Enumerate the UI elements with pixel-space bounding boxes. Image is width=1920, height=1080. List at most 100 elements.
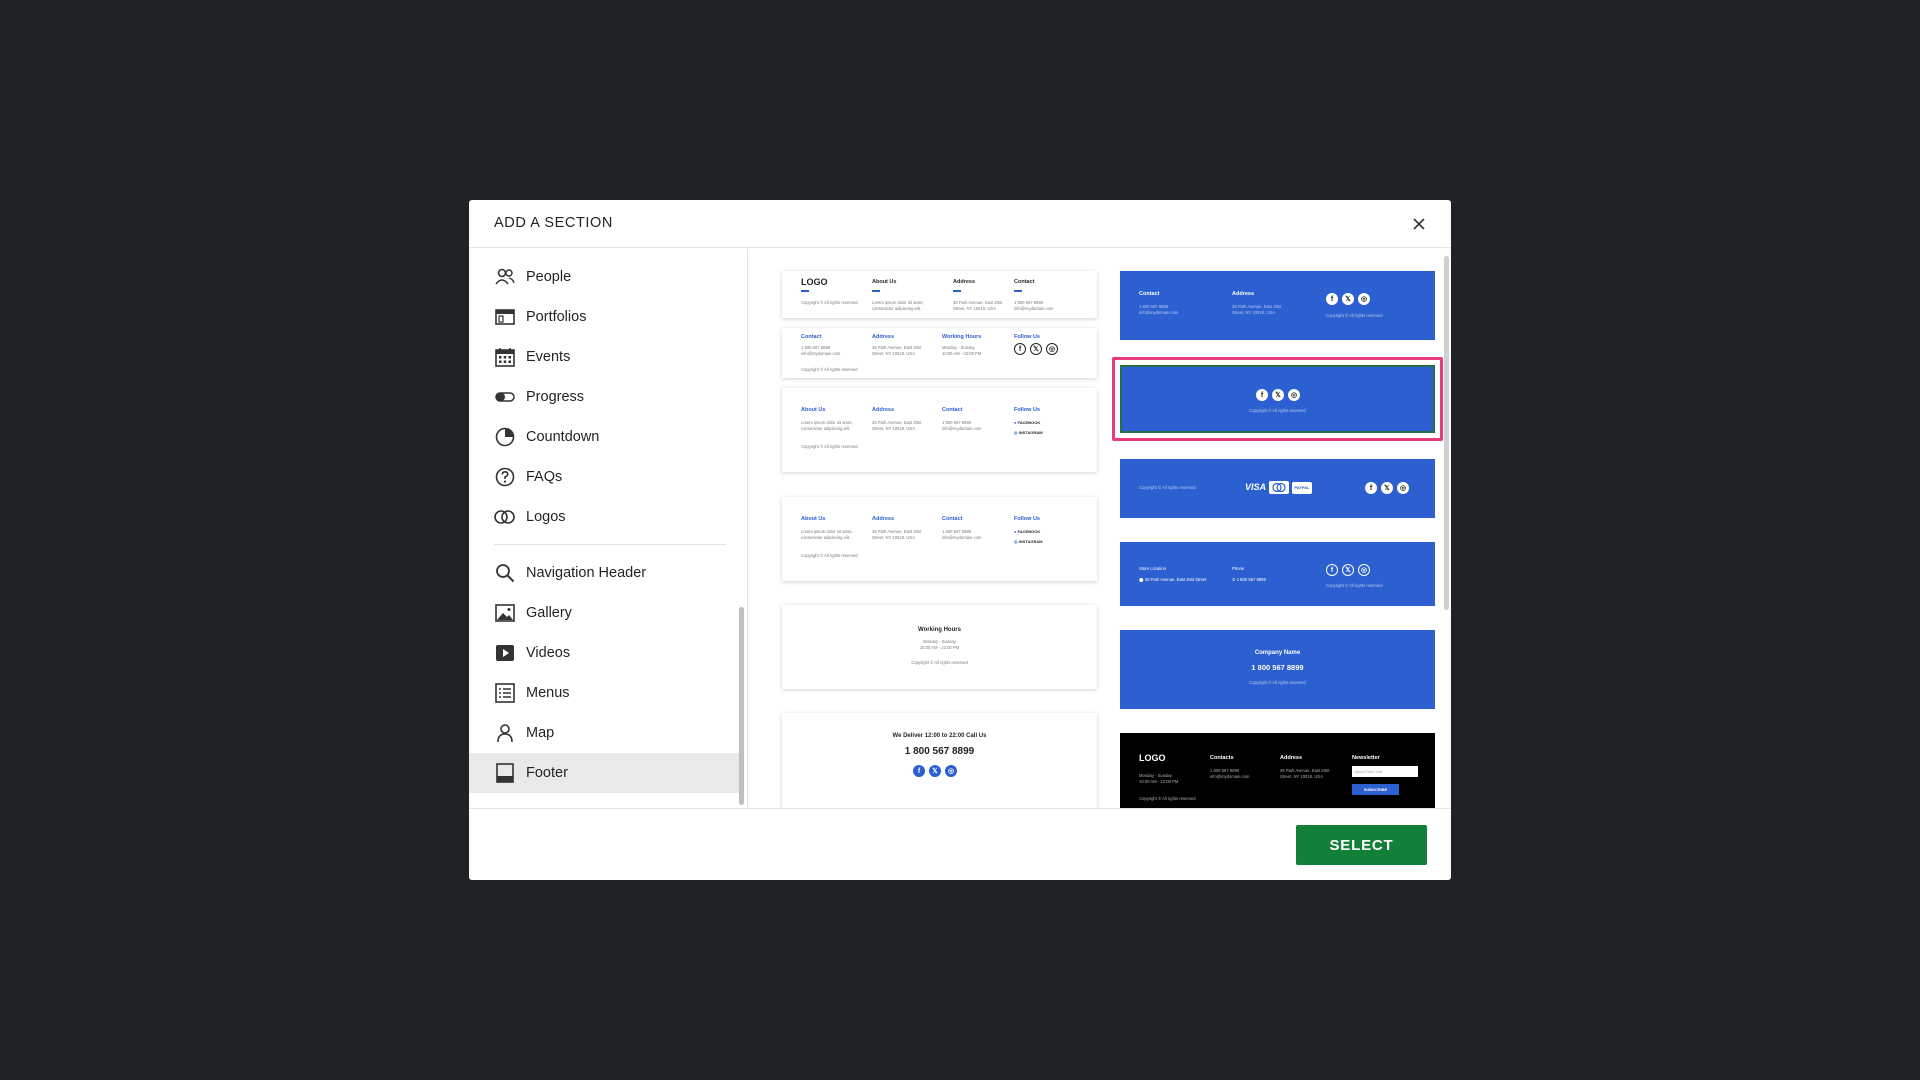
sidebar-item-logos[interactable]: Logos	[469, 497, 739, 537]
sidebar-item-map[interactable]: Map	[469, 713, 739, 753]
template-text: 10:00 AM - 22:00 PM	[919, 645, 960, 650]
footer-template-3[interactable]: About Us Address Contact Follow Us Lorem…	[782, 388, 1097, 472]
select-button[interactable]: SELECT	[1296, 825, 1427, 865]
template-heading: Company Name	[1254, 650, 1301, 656]
facebook-icon: ●	[1014, 420, 1017, 425]
instagram-label: INSTAGRAM	[1018, 539, 1043, 544]
sidebar-item-label: Progress	[526, 389, 585, 405]
template-heading: Contact	[942, 516, 963, 522]
template-text: Street, NY 10018, USA	[872, 351, 915, 356]
template-heading: Working Hours	[918, 627, 961, 633]
sidebar-item-label: Events	[526, 349, 571, 365]
facebook-icon: f	[1326, 564, 1338, 576]
template-text: Street, NY 10018, USA	[1232, 310, 1275, 315]
template-text: 1 800 567 8899	[1210, 768, 1240, 773]
instagram-icon: ◎	[1014, 539, 1018, 544]
template-heading: About Us	[801, 516, 826, 522]
social-icons: f 𝕏 ◎	[1256, 389, 1300, 401]
template-copyright: Copyright © All rights reserved	[801, 444, 858, 449]
footer-template-4[interactable]: About Us Address Contact Follow Us Lorem…	[782, 497, 1097, 581]
sidebar-item-faqs[interactable]: FAQs	[469, 457, 739, 497]
template-heading: Contact	[801, 334, 822, 340]
template-text: Lorem ipsum dolor sit amet,	[801, 420, 853, 425]
template-grid-scrollbar[interactable]	[1444, 256, 1449, 610]
sidebar-item-videos[interactable]: Videos	[469, 633, 739, 673]
template-text: consectetur adipiscing elit.	[801, 426, 851, 431]
dialog-footer: SELECT	[469, 808, 1451, 880]
template-text: 36 Park Avenue, East 20st	[953, 300, 1003, 305]
footer-template-8[interactable]: f 𝕏 ◎ Copyright © All rights reserved	[1120, 365, 1435, 433]
question-icon	[494, 466, 516, 488]
template-text: info@mydomain.com	[942, 535, 982, 540]
template-heading: Contacts	[1210, 755, 1234, 761]
template-heading: Follow Us	[1014, 516, 1040, 522]
sidebar-item-gallery[interactable]: Gallery	[469, 593, 739, 633]
template-heading: Contact	[1014, 279, 1035, 285]
sidebar-item-label: FAQs	[526, 469, 563, 485]
underline	[872, 290, 880, 292]
footer-template-9[interactable]: Copyright © All rights reserved VISA PAY…	[1120, 459, 1435, 518]
x-icon: 𝕏	[1342, 293, 1354, 305]
template-text: 1 800 567 8899	[1014, 300, 1044, 305]
search-icon	[494, 562, 516, 584]
sidebar-item-label: Gallery	[526, 605, 572, 621]
facebook-link: ● FACEBOOK	[1014, 529, 1040, 534]
x-icon: 𝕏	[1381, 482, 1393, 494]
sidebar-item-countdown[interactable]: Countdown	[469, 417, 739, 457]
template-text: Lorem ipsum dolor sit amet,	[872, 300, 924, 305]
template-text: 36 Park Avenue, East 20st	[872, 345, 922, 350]
footer-template-12[interactable]: LOGO Monday - Sunday 10:00 AM - 22:00 PM…	[1120, 733, 1435, 808]
sidebar-scrollbar[interactable]	[739, 607, 744, 805]
template-logo: LOGO	[801, 277, 828, 287]
sidebar-item-label: Countdown	[526, 429, 600, 445]
instagram-icon: ◎	[1397, 482, 1409, 494]
sidebar-item-menus[interactable]: Menus	[469, 673, 739, 713]
template-text: 10:00 AM - 22:00 PM	[942, 351, 982, 356]
sidebar-item-footer[interactable]: Footer	[469, 753, 739, 793]
template-text: 10:00 AM - 22:00 PM	[1139, 779, 1179, 784]
map-pin-icon: ⬤	[1139, 577, 1144, 582]
footer-template-11[interactable]: Company Name 1 800 567 8899 Copyright © …	[1120, 630, 1435, 709]
template-heading: Address	[872, 334, 895, 340]
x-icon: 𝕏	[1030, 343, 1042, 355]
underline	[953, 290, 961, 292]
template-copyright: Copyright © All rights reserved	[1139, 485, 1196, 490]
close-icon[interactable]	[1409, 214, 1429, 234]
footer-template-10[interactable]: Store Location ⬤ 36 Park Avenue, East 20…	[1120, 542, 1435, 606]
template-text: info@mydomain.com	[1139, 310, 1179, 315]
footer-template-7[interactable]: Contact Address 1 800 567 8899 info@mydo…	[1120, 271, 1435, 340]
footer-template-1[interactable]: LOGO About Us Address Contact Lorem ipsu…	[782, 271, 1097, 318]
countdown-icon	[494, 426, 516, 448]
sidebar-item-events[interactable]: Events	[469, 337, 739, 377]
sidebar-item-people[interactable]: People	[469, 257, 739, 297]
video-icon	[494, 642, 516, 664]
template-copyright: Copyright © All rights reserved	[1326, 583, 1383, 588]
sidebar-item-navigation-header[interactable]: Navigation Header	[469, 553, 739, 593]
paypal-logo: PAYPAL	[1292, 482, 1312, 494]
footer-template-6[interactable]: We Deliver 12:00 to 22:00 Call Us 1 800 …	[782, 713, 1097, 808]
sidebar-item-label: Menus	[526, 685, 570, 701]
template-text: Monday - Sunday	[923, 639, 956, 644]
gallery-icon	[494, 602, 516, 624]
template-heading: Address	[872, 407, 895, 413]
template-heading: About Us	[801, 407, 826, 413]
footer-template-5[interactable]: Working Hours Monday - Sunday 10:00 AM -…	[782, 605, 1097, 689]
facebook-icon: f	[1326, 293, 1338, 305]
store-phone: ✆ 1 800 567 8899	[1232, 577, 1266, 582]
facebook-icon: f	[913, 765, 925, 777]
template-text: 36 Park Avenue, East 20st	[872, 529, 922, 534]
menu-list-icon	[494, 682, 516, 704]
template-text: 36 Park Avenue, East 20st	[1232, 304, 1282, 309]
template-text: 1 800 567 8899	[942, 529, 972, 534]
facebook-label: FACEBOOK	[1017, 420, 1041, 425]
template-heading: Phone	[1232, 566, 1245, 571]
instagram-icon: ◎	[945, 765, 957, 777]
sidebar-item-portfolios[interactable]: Portfolios	[469, 297, 739, 337]
footer-template-2[interactable]: Contact Address Working Hours Follow Us …	[782, 328, 1097, 378]
x-icon: 𝕏	[929, 765, 941, 777]
template-logo: LOGO	[1139, 753, 1166, 763]
sidebar-item-progress[interactable]: Progress	[469, 377, 739, 417]
facebook-icon: f	[1014, 343, 1026, 355]
template-heading: Address	[872, 516, 895, 522]
section-category-list: People Portfolios Events Progress Countd…	[469, 249, 748, 808]
